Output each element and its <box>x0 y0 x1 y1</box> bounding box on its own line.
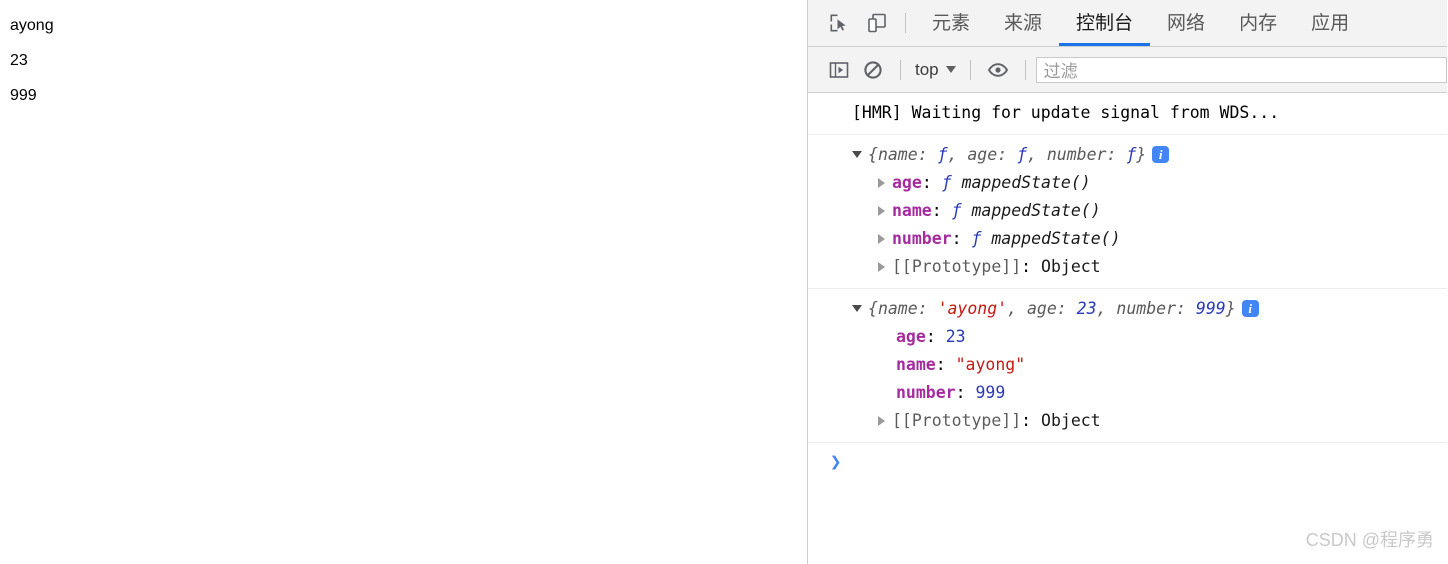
object-property-row[interactable]: number: ƒ mappedState() <box>808 225 1447 253</box>
devtools-panel: 元素 来源 控制台 网络 内存 应用 top 过滤 [HMR] Waiting … <box>808 0 1447 564</box>
console-prompt-caret: ❯ <box>830 451 842 473</box>
toolbar-divider <box>969 59 971 80</box>
toolbar-divider <box>1024 59 1026 80</box>
page-text-line: 23 <box>10 52 28 70</box>
app-root: ayong 23 999 元素 来源 控制台 网络 内存 应用 top 过滤 [… <box>0 0 1448 564</box>
object-preview-key: number <box>1116 299 1177 318</box>
object-preview-row[interactable]: {name: 'ayong', age: 23, number: 999} i <box>808 295 1447 323</box>
function-keyword: ƒ <box>971 229 982 248</box>
console-message-list: [HMR] Waiting for update signal from WDS… <box>808 93 1447 564</box>
page-text-line: 999 <box>10 87 37 105</box>
disclosure-triangle-open-icon[interactable] <box>852 151 862 158</box>
property-value: 23 <box>945 327 966 346</box>
object-preview-value: 'ayong' <box>937 299 1008 318</box>
property-key: name <box>896 355 936 374</box>
console-filter-placeholder: 过滤 <box>1043 62 1078 81</box>
watermark: CSDN @程序勇 <box>1305 530 1434 550</box>
toolbar-divider <box>900 59 901 80</box>
console-message-object[interactable]: {name: 'ayong', age: 23, number: 999} i a… <box>808 289 1447 443</box>
property-key: number <box>892 229 952 248</box>
object-property-row[interactable]: name: "ayong" <box>808 351 1447 379</box>
object-preview-value: ƒ <box>1017 145 1027 164</box>
inspect-element-icon[interactable] <box>820 0 858 46</box>
console-log-text: [HMR] Waiting for update signal from WDS… <box>852 103 1280 122</box>
object-preview-key: name <box>877 145 918 164</box>
page-content: ayong 23 999 <box>0 16 807 106</box>
object-property-row[interactable]: age: ƒ mappedState() <box>808 169 1447 197</box>
devtools-tab-list: 元素 来源 控制台 网络 内存 应用 <box>915 0 1447 46</box>
disclosure-triangle-closed-icon[interactable] <box>878 261 885 272</box>
prototype-key: [[Prototype]] <box>892 411 1022 430</box>
disclosure-triangle-closed-icon[interactable] <box>878 177 885 188</box>
live-expression-icon[interactable] <box>981 55 1015 85</box>
object-preview-key: name <box>877 299 918 318</box>
property-value: mappedState() <box>961 173 1091 192</box>
function-keyword: ƒ <box>951 201 962 220</box>
tab-application[interactable]: 应用 <box>1294 0 1366 46</box>
tab-console[interactable]: 控制台 <box>1059 0 1151 46</box>
info-badge-icon[interactable]: i <box>1152 146 1170 163</box>
tab-elements[interactable]: 元素 <box>915 0 987 46</box>
console-message-log[interactable]: [HMR] Waiting for update signal from WDS… <box>808 93 1447 135</box>
object-preview-open: { <box>868 145 878 164</box>
disclosure-triangle-closed-icon[interactable] <box>878 415 885 426</box>
property-value: mappedState() <box>991 229 1121 248</box>
property-value: 999 <box>975 383 1006 402</box>
object-preview-value: ƒ <box>937 145 948 164</box>
object-preview-value: 999 <box>1195 299 1226 318</box>
console-toolbar: top 过滤 <box>808 47 1447 93</box>
tab-sources[interactable]: 来源 <box>987 0 1059 46</box>
info-badge-icon[interactable]: i <box>1241 300 1259 317</box>
disclosure-triangle-open-icon[interactable] <box>852 305 862 312</box>
clear-console-icon[interactable] <box>856 55 890 85</box>
object-prototype-row[interactable]: [[Prototype]]: Object <box>808 253 1447 281</box>
object-property-row[interactable]: name: ƒ mappedState() <box>808 197 1447 225</box>
object-preview-key: age <box>967 145 998 164</box>
device-toolbar-icon[interactable] <box>858 0 896 46</box>
object-preview-open: { <box>868 299 878 318</box>
devtools-tabbar: 元素 来源 控制台 网络 内存 应用 <box>808 0 1447 47</box>
object-preview-value: 23 <box>1076 299 1097 318</box>
console-prompt[interactable]: ❯ <box>808 443 1447 482</box>
console-sidebar-icon[interactable] <box>822 55 856 85</box>
property-value: mappedState() <box>971 201 1101 220</box>
property-key: number <box>896 383 956 402</box>
page-text-line: ayong <box>10 17 54 34</box>
object-prototype-row[interactable]: [[Prototype]]: Object <box>808 407 1447 435</box>
object-property-row[interactable]: number: 999 <box>808 379 1447 407</box>
object-preview-close: } <box>1225 299 1236 318</box>
tab-network[interactable]: 网络 <box>1150 0 1222 46</box>
property-key: name <box>892 201 932 220</box>
object-preview-key: number <box>1046 145 1107 164</box>
object-preview-close: } <box>1136 145 1147 164</box>
object-preview-value: ƒ <box>1126 145 1137 164</box>
property-key: age <box>896 327 926 346</box>
console-message-object[interactable]: {name: ƒ, age: ƒ, number: ƒ} i age: ƒ map… <box>808 135 1447 289</box>
disclosure-triangle-closed-icon[interactable] <box>878 205 885 216</box>
tabbar-divider <box>905 13 906 33</box>
prototype-value: Object <box>1041 411 1101 430</box>
chevron-down-icon <box>945 66 956 73</box>
object-preview-row[interactable]: {name: ƒ, age: ƒ, number: ƒ} i <box>808 141 1447 169</box>
prototype-key: [[Prototype]] <box>892 257 1022 276</box>
property-key: age <box>892 173 922 192</box>
console-filter-input[interactable]: 过滤 <box>1035 56 1447 83</box>
disclosure-triangle-closed-icon[interactable] <box>878 233 885 244</box>
object-property-row[interactable]: age: 23 <box>808 323 1447 351</box>
function-keyword: ƒ <box>941 173 952 192</box>
property-value: "ayong" <box>955 355 1026 374</box>
tab-memory[interactable]: 内存 <box>1222 0 1294 46</box>
execution-context-selector[interactable]: top <box>911 60 960 80</box>
object-preview-key: age <box>1026 299 1057 318</box>
prototype-value: Object <box>1041 257 1101 276</box>
execution-context-label: top <box>915 59 939 79</box>
page-viewport: ayong 23 999 <box>0 0 808 564</box>
